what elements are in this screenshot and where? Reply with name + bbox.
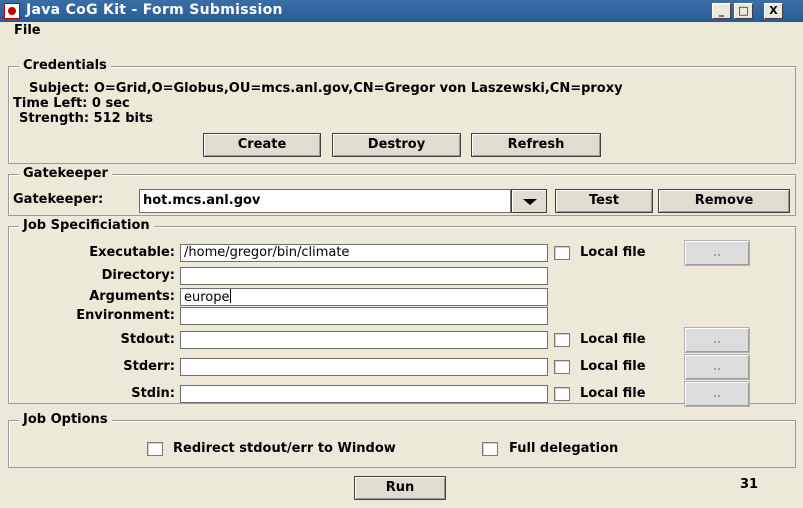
stdout-local-file-label: Local file [580,332,646,347]
stdout-label: Stdout: [120,332,175,347]
full-delegation-label: Full delegation [509,441,619,456]
executable-local-file-label: Local file [580,245,646,260]
job-spec-group: Job Specificiation Executable: /home/gre… [8,218,796,407]
redirect-label: Redirect stdout/err to Window [173,441,396,456]
window-title: Java CoG Kit - Form Submission [26,2,283,18]
executable-input[interactable]: /home/gregor/bin/climate [180,244,548,262]
java-cog-icon [4,3,20,19]
executable-label: Executable: [89,245,175,260]
gatekeeper-legend: Gatekeeper [19,166,112,181]
destroy-button[interactable]: Destroy [332,133,461,157]
page-number: 31 [740,477,759,492]
redirect-checkbox[interactable] [147,442,163,456]
close-button[interactable]: X [764,3,783,19]
minimize-button[interactable]: _ [712,3,731,19]
stdin-browse-button[interactable]: .. [684,381,750,407]
stdin-local-file-label: Local file [580,386,646,401]
arguments-value: europe [184,290,230,305]
run-button[interactable]: Run [354,476,446,500]
remove-button[interactable]: Remove [658,189,790,213]
title-bar: Java CoG Kit - Form Submission _ □ X [0,0,803,22]
environment-input[interactable] [180,307,548,325]
time-left-text: Time Left: 0 sec [13,96,130,111]
stdin-local-file-checkbox[interactable] [554,387,570,401]
menu-bar: File [0,22,803,42]
arguments-label: Arguments: [89,289,175,304]
job-spec-legend: Job Specificiation [19,218,154,233]
directory-label: Directory: [101,268,175,283]
text-caret [229,289,231,303]
subject-text: Subject: O=Grid,O=Globus,OU=mcs.anl.gov,… [29,81,623,96]
credentials-legend: Credentials [19,58,111,73]
stdout-browse-button[interactable]: .. [684,327,750,353]
test-button[interactable]: Test [555,189,653,213]
menu-file[interactable]: File [14,23,41,38]
refresh-button[interactable]: Refresh [471,133,601,157]
job-options-group: Job Options Redirect stdout/err to Windo… [8,412,796,468]
job-options-legend: Job Options [19,412,112,427]
strength-text: Strength: 512 bits [19,111,153,126]
stderr-browse-button[interactable]: .. [684,354,750,380]
stderr-label: Stderr: [123,359,175,374]
directory-input[interactable] [180,267,548,285]
create-button[interactable]: Create [203,133,321,157]
credentials-group: Credentials Subject: O=Grid,O=Globus,OU=… [8,58,796,164]
stdin-label: Stdin: [131,386,175,401]
arguments-input[interactable]: europe [180,288,548,306]
executable-browse-button[interactable]: .. [684,240,750,266]
executable-local-file-checkbox[interactable] [554,246,570,260]
gatekeeper-group: Gatekeeper Gatekeeper: hot.mcs.anl.gov T… [8,166,796,216]
chevron-down-icon[interactable] [511,189,547,213]
stderr-local-file-checkbox[interactable] [554,360,570,374]
stdout-local-file-checkbox[interactable] [554,333,570,347]
stdin-input[interactable] [180,385,548,403]
gatekeeper-combo[interactable]: hot.mcs.anl.gov [139,189,511,213]
stdout-input[interactable] [180,331,548,349]
gatekeeper-label: Gatekeeper: [13,192,104,207]
full-delegation-checkbox[interactable] [482,442,498,456]
environment-label: Environment: [76,308,175,323]
stderr-input[interactable] [180,358,548,376]
maximize-button[interactable]: □ [734,3,753,19]
stderr-local-file-label: Local file [580,359,646,374]
